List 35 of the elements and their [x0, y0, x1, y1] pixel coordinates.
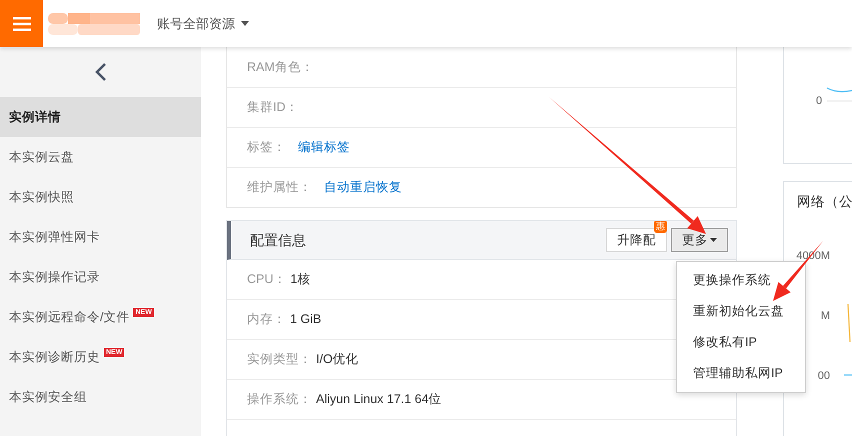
account-dropdown[interactable]: 账号全部资源 [157, 14, 249, 34]
menu-item[interactable]: 管理辅助私网IP [677, 358, 805, 389]
menu-icon [12, 16, 30, 30]
field-label: RAM角色： [247, 58, 314, 76]
menu-item[interactable]: 修改私有IP [677, 327, 805, 358]
axis-label: 00 [818, 369, 830, 384]
sidebar-item[interactable]: 本实例安全组 [0, 377, 201, 417]
field-value: I/O优化 [316, 351, 359, 368]
field-label: 操作系统： [247, 391, 312, 408]
menu-item[interactable]: 更换操作系统 [677, 265, 805, 296]
menu-item[interactable]: 重新初始化云盘 [677, 296, 805, 327]
menu-button[interactable] [0, 0, 43, 47]
field-label: 维护属性： [247, 179, 312, 196]
field-value: Aliyun Linux 17.1 64位 [316, 391, 442, 408]
sidebar-item[interactable]: 本实例弹性网卡 [0, 217, 201, 257]
section-title: 配置信息 [250, 230, 307, 250]
field-label: 内存： [247, 311, 286, 328]
discount-badge: 惠 [654, 221, 667, 233]
sidebar-item[interactable]: 本实例操作记录 [0, 257, 201, 297]
field-label: 标签： [247, 139, 286, 156]
field-label: CPU： [247, 271, 286, 288]
edit-link[interactable]: 自动重启恢复 [324, 178, 402, 197]
axis-label: M [820, 309, 830, 324]
sidebar-item[interactable]: 本实例快照 [0, 177, 201, 217]
edit-link[interactable]: 编辑标签 [298, 138, 350, 157]
chevron-left-icon[interactable] [94, 62, 106, 82]
field-value: 1 GiB [290, 311, 322, 328]
axis-label: 0 [816, 94, 822, 109]
field-label: 实例类型： [247, 351, 312, 368]
sidebar-item[interactable]: 实例详情 [0, 97, 201, 137]
field-value: 1核 [290, 271, 310, 288]
caret-icon [241, 21, 249, 26]
sidebar-item[interactable]: 本实例云盘 [0, 137, 201, 177]
field-label: 集群ID： [247, 99, 298, 116]
more-button[interactable]: 更多 [671, 228, 728, 252]
